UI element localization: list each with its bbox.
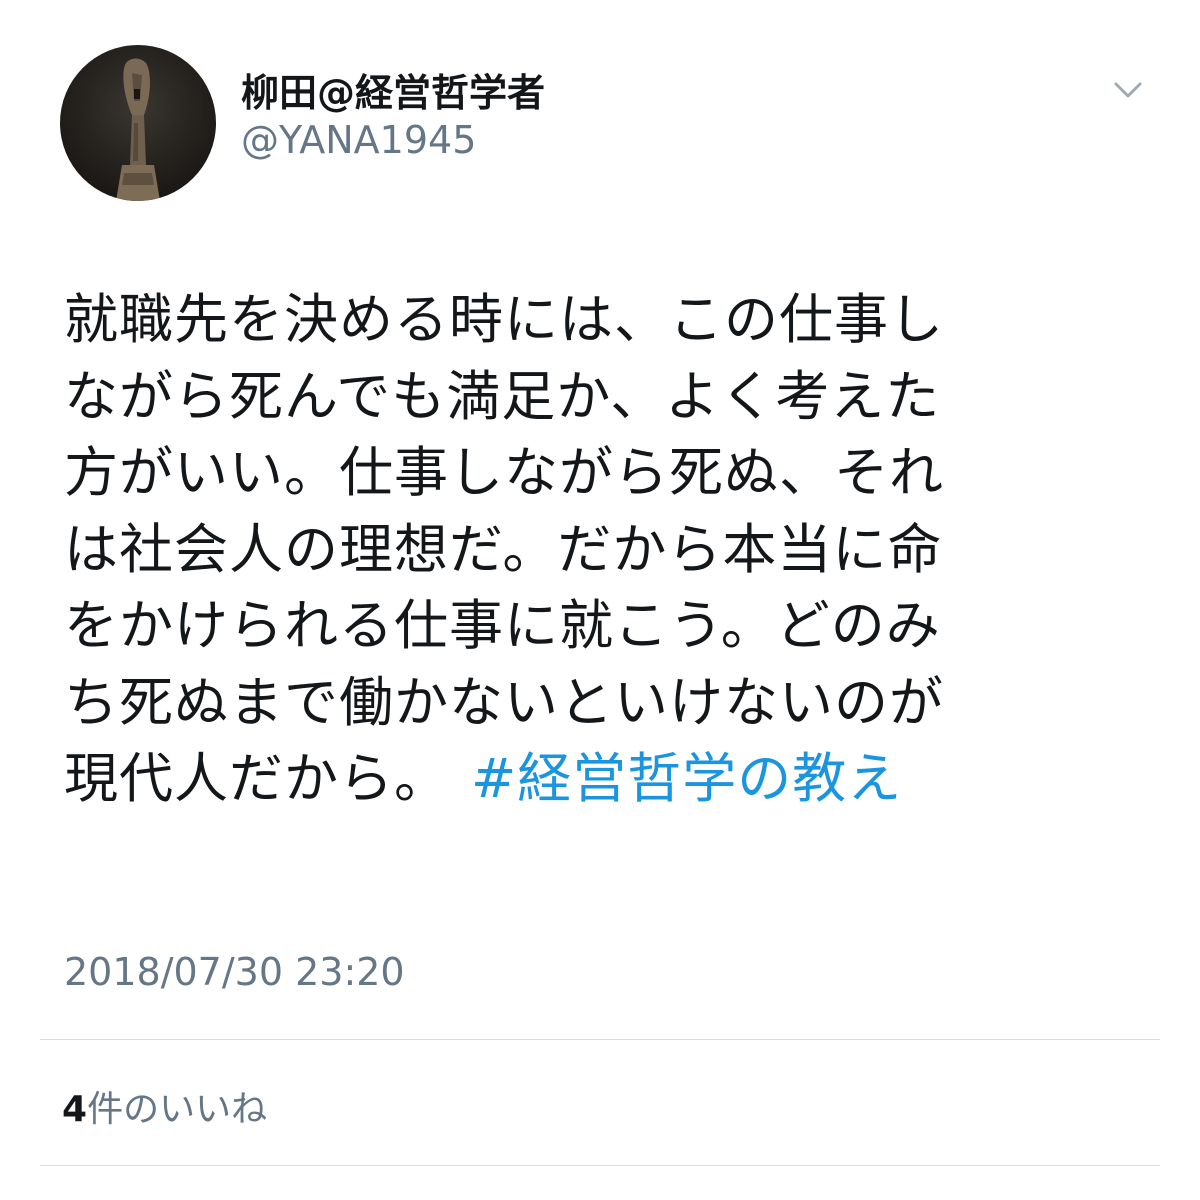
tweet-text-line: は社会人の理想だ。だから本当に命: [64, 517, 943, 581]
likes-link[interactable]: 4件のいいね: [62, 1080, 267, 1132]
likes-label: 件のいいね: [87, 1089, 268, 1130]
timestamp[interactable]: 2018/07/30 23:20: [64, 950, 405, 994]
tweet-text-line: をかけられる仕事に就こう。どのみ: [64, 594, 941, 657]
divider: [40, 1039, 1160, 1040]
tweet-text-line: 就職先を決める時には、この仕事し: [64, 288, 944, 351]
avatar[interactable]: [60, 45, 216, 201]
tweet-text-line: 方がいい。仕事しながら死ぬ、それ: [64, 441, 944, 504]
user-handle[interactable]: @YANA1945: [241, 118, 476, 162]
hashtag-link[interactable]: #経営哲学の教え: [471, 747, 902, 810]
tweet-card: 柳田@経営哲学者 @YANA1945 就職先を決める時には、この仕事し ながら死…: [0, 0, 1200, 1200]
tweet-text-fragment: 現代人だから。: [64, 747, 449, 810]
avatar-image: [60, 45, 216, 201]
tweet-text-line: ち死ぬまで働かないといけないのが: [64, 670, 944, 734]
tweet-text: 就職先を決める時には、この仕事し ながら死んでも満足か、よく考えた 方がいい。仕…: [64, 282, 1154, 818]
tweet-text-last-line: 現代人だから。 #経営哲学の教え: [64, 741, 1154, 818]
divider: [40, 1165, 1160, 1166]
tweet-text-line: ながら死んでも満足か、よく考えた: [64, 364, 941, 428]
likes-count: 4: [62, 1089, 88, 1130]
display-name[interactable]: 柳田@経営哲学者: [241, 62, 545, 117]
chevron-down-icon[interactable]: [1108, 76, 1148, 106]
